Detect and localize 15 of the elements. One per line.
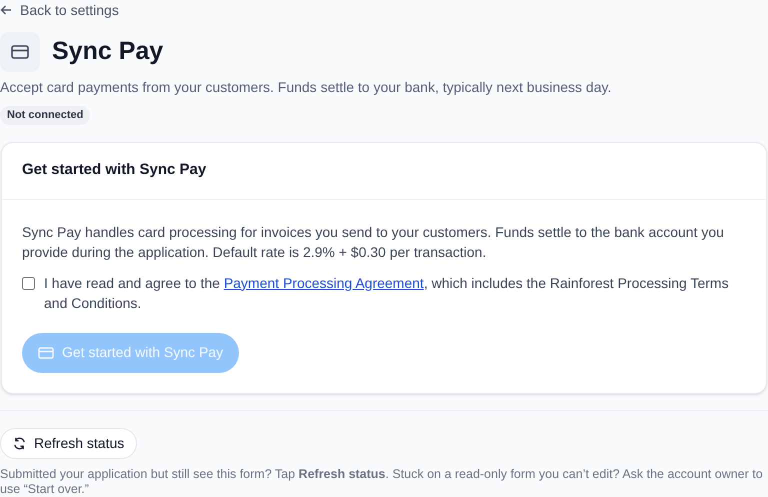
- card-title: Get started with Sync Pay: [22, 160, 206, 180]
- refresh-status-button[interactable]: Refresh status: [0, 428, 138, 458]
- card-icon: [0, 32, 40, 72]
- page-description: Accept card payments from your customers. Funds settle to your bank, typically next business day.: [0, 78, 612, 97]
- card-icon: [38, 346, 54, 358]
- page-title: Sync Pay: [52, 36, 164, 68]
- agreement-checkbox[interactable]: [22, 276, 35, 290]
- status-badge: Not connected: [0, 106, 90, 124]
- back-link[interactable]: Back to settings: [0, 0, 119, 20]
- agreement-text: I have read and agree to the Payment Processing Agreement, which includes the Rainforest Processing Terms and Conditions.: [44, 274, 730, 312]
- help-text: Submitted your application but still see this form? Tap Refresh status. Stuck on a read-only form you can’t edit? Ask the account owner to use “Start over.”: [0, 466, 764, 496]
- refresh-icon: [13, 436, 26, 450]
- agreement-link[interactable]: Payment Processing Agreement: [224, 274, 424, 290]
- card-body-text: Sync Pay handles card processing for invoices you send to your customers. Funds settle to the bank account you provide during the application. Default rate is 2.9% + $0.30 per transaction.: [22, 222, 725, 262]
- back-arrow-icon: [0, 4, 12, 16]
